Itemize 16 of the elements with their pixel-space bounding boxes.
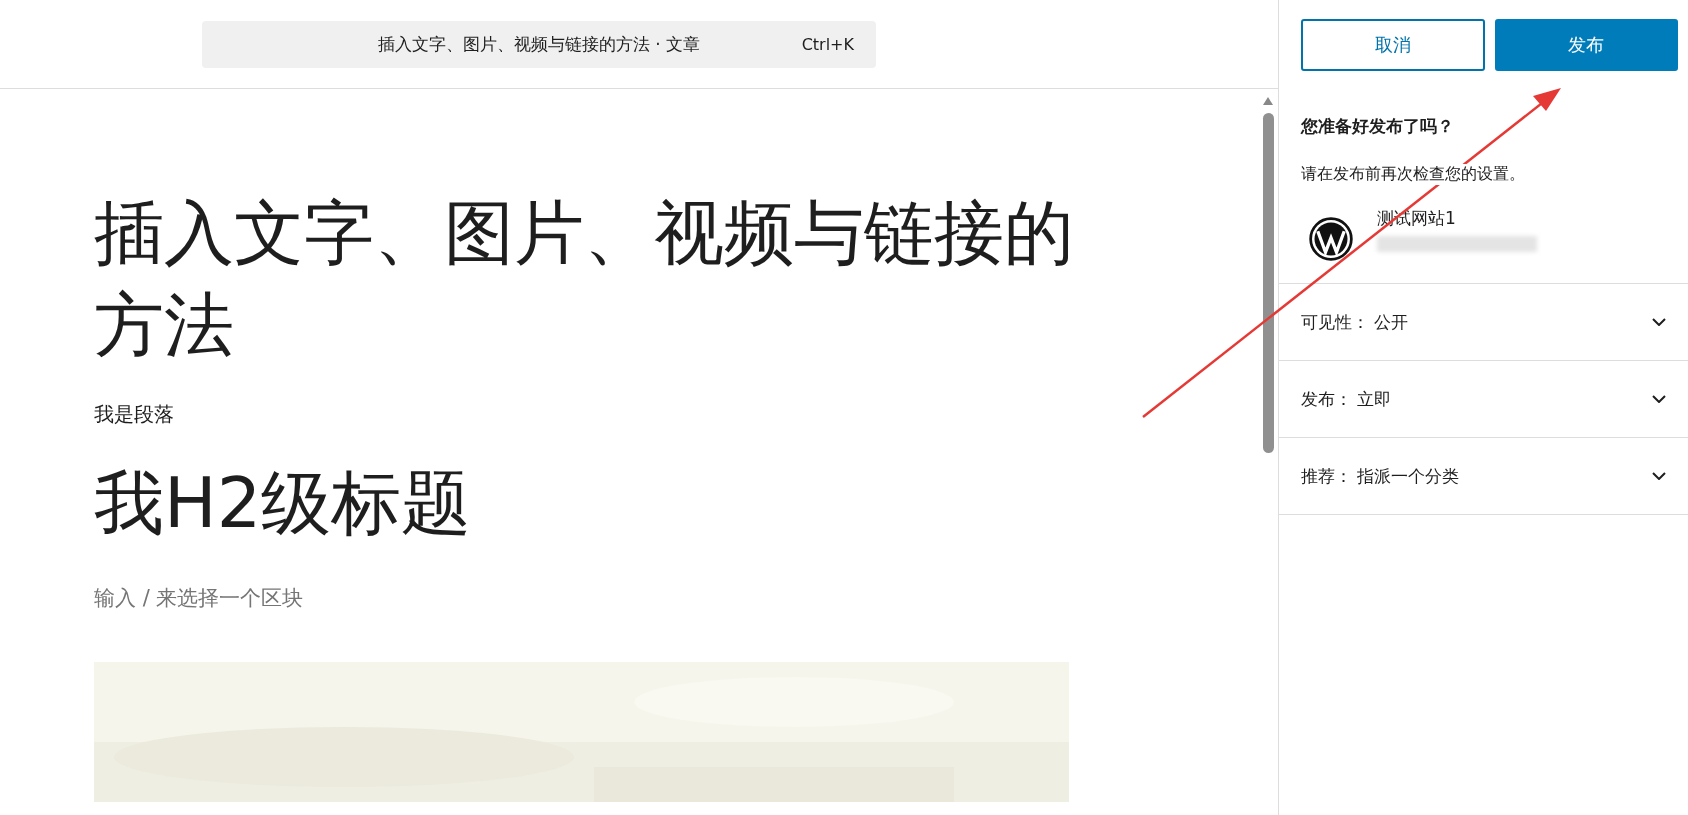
panel-heading: 您准备好发布了吗？ — [1301, 115, 1455, 138]
scroll-up-arrow-icon[interactable] — [1263, 97, 1273, 105]
paragraph-block[interactable]: 我是段落 — [94, 401, 1261, 428]
settings-row[interactable]: 发布： 立即 — [1279, 361, 1688, 438]
cancel-button[interactable]: 取消 — [1301, 18, 1485, 71]
setting-label: 发布： 立即 — [1301, 387, 1392, 411]
publish-button[interactable]: 发布 — [1494, 18, 1678, 71]
heading-block[interactable]: 我H2级标题 — [94, 458, 1261, 548]
command-bar[interactable]: 插入文字、图片、视频与链接的方法 · 文章 Ctrl+K — [202, 20, 876, 68]
settings-row[interactable]: 可见性： 公开 — [1279, 284, 1688, 361]
post-title[interactable]: 插入文字、图片、视频与链接的方法 — [94, 187, 1084, 371]
settings-row[interactable]: 推荐： 指派一个分类 — [1279, 438, 1688, 515]
block-placeholder[interactable]: 输入 / 来选择一个区块 — [94, 584, 1261, 612]
wordpress-logo-icon — [1309, 217, 1353, 261]
setting-label: 可见性： 公开 — [1301, 310, 1409, 334]
setting-label: 推荐： 指派一个分类 — [1301, 464, 1460, 488]
